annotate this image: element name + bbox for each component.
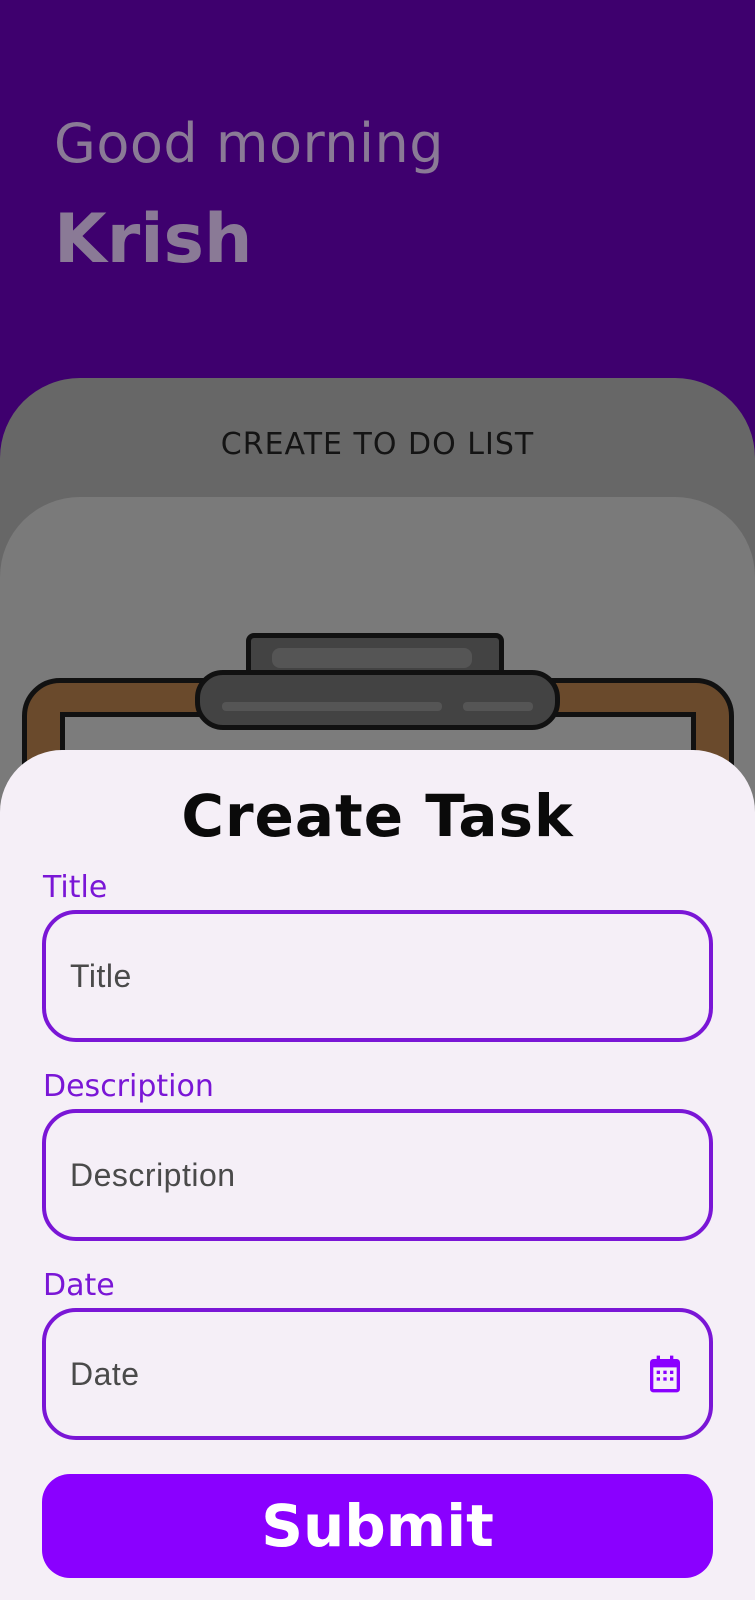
card-title: CREATE TO DO LIST — [220, 427, 535, 462]
description-label: Description — [43, 1069, 214, 1104]
greeting-text: Good morning — [54, 112, 444, 175]
clipboard-clip-highlight — [272, 648, 472, 668]
header: Good morning Krish — [0, 0, 755, 420]
date-input[interactable] — [70, 1355, 645, 1393]
title-input[interactable] — [70, 957, 685, 995]
description-input[interactable] — [70, 1156, 685, 1194]
clipboard-clip-base — [195, 670, 560, 730]
clipboard-clip-line — [222, 702, 442, 711]
date-field-wrapper[interactable] — [42, 1308, 713, 1440]
sheet-title: Create Task — [181, 782, 574, 850]
username-text: Krish — [54, 200, 253, 279]
title-field-wrapper[interactable] — [42, 910, 713, 1042]
description-field-wrapper[interactable] — [42, 1109, 713, 1241]
submit-button[interactable]: Submit — [42, 1474, 713, 1578]
title-label: Title — [43, 870, 108, 905]
calendar-icon[interactable] — [645, 1352, 685, 1396]
clipboard-clip-line — [463, 702, 533, 711]
date-label: Date — [43, 1268, 115, 1303]
